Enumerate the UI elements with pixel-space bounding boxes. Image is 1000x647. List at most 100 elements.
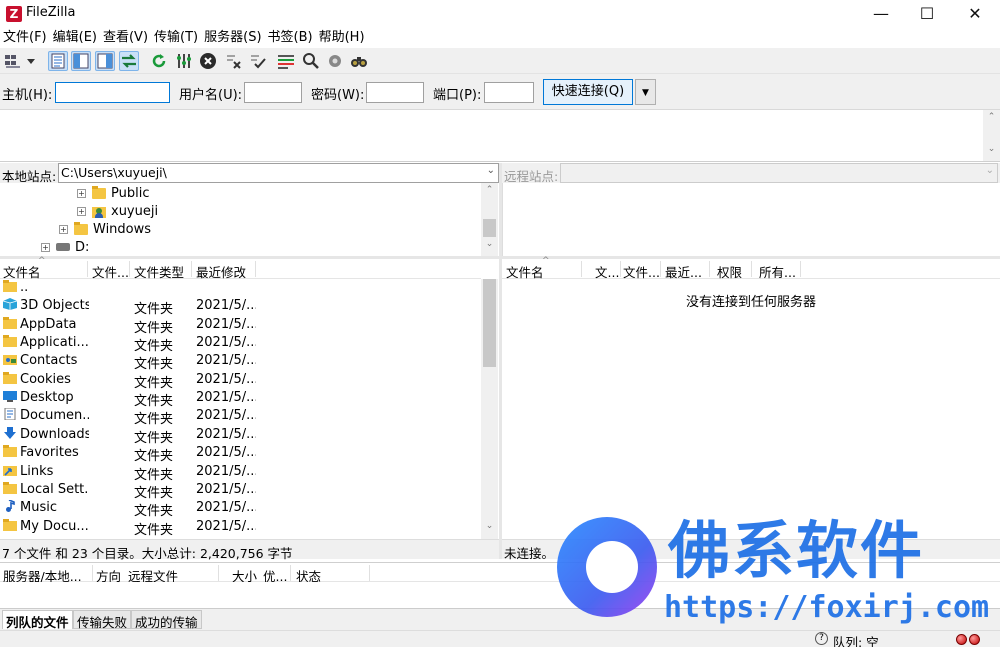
file-modified: 2021/5/...: [196, 500, 256, 516]
search-remote-icon[interactable]: [301, 51, 321, 71]
file-type: 文件夹: [134, 320, 174, 336]
file-row[interactable]: Desktop 文件夹 2021/5/...: [0, 389, 481, 410]
local-file-list-scrollbar[interactable]: ⌄: [481, 279, 498, 539]
music-icon: [3, 500, 20, 515]
scroll-thumb[interactable]: [483, 219, 496, 237]
menu-help[interactable]: 帮助(H): [316, 28, 368, 48]
file-row[interactable]: Contacts 文件夹 2021/5/...: [0, 352, 481, 373]
file-name: ..: [20, 280, 29, 295]
file-type: 文件夹: [134, 357, 174, 373]
expand-icon[interactable]: +: [77, 206, 86, 216]
remote-directory-tree[interactable]: [502, 183, 1000, 256]
file-row[interactable]: Favorites 文件夹 2021/5/...: [0, 444, 481, 464]
scroll-up-icon[interactable]: ⌃: [481, 185, 498, 195]
scroll-thumb[interactable]: [483, 279, 496, 367]
file-row[interactable]: Links 文件夹 2021/5/...: [0, 463, 481, 483]
close-button[interactable]: ✕: [952, 0, 998, 28]
file-name-cell: Applicati...: [3, 335, 89, 350]
tab-queued-files[interactable]: 列队的文件: [2, 610, 73, 630]
scroll-up-icon[interactable]: ⌃: [983, 112, 1000, 122]
file-modified: 2021/5/...: [196, 390, 256, 406]
minimize-button[interactable]: —: [858, 0, 904, 28]
chevron-down-icon[interactable]: ⌄: [986, 165, 994, 176]
process-queue-icon[interactable]: [174, 51, 194, 71]
menu-transfer[interactable]: 传输(T): [151, 28, 201, 48]
file-type: 文件夹: [134, 394, 174, 410]
toggle-message-log-icon[interactable]: [48, 51, 68, 71]
menu-server[interactable]: 服务器(S): [201, 28, 264, 48]
host-input[interactable]: [55, 82, 170, 103]
sort-ascending-icon: ^: [542, 256, 550, 266]
remote-path-combo[interactable]: ⌄: [560, 163, 998, 183]
folder-icon: [3, 481, 20, 497]
file-row[interactable]: ..: [0, 279, 481, 297]
local-path-combo[interactable]: C:\Users\xuyueji\ ⌄: [58, 163, 499, 183]
file-row[interactable]: 3D Objects 文件夹 2021/5/...: [0, 297, 481, 317]
dropdown-arrow-icon[interactable]: [25, 51, 37, 71]
tree-item-windows[interactable]: + Windows: [59, 220, 151, 238]
file-modified: 2021/5/...: [196, 518, 256, 534]
file-name: Local Sett...: [20, 481, 89, 497]
message-log[interactable]: ⌃ ⌄: [0, 110, 1000, 162]
message-log-scrollbar[interactable]: ⌃ ⌄: [983, 110, 1000, 161]
refresh-icon[interactable]: [149, 51, 169, 71]
expand-icon[interactable]: +: [59, 224, 68, 234]
local-file-list[interactable]: .. 3D Objects 文件夹 2021/5/... AppData 文件夹 2021/…: [0, 279, 499, 539]
file-name-cell: ..: [3, 280, 89, 295]
toggle-local-tree-icon[interactable]: [71, 51, 91, 71]
tab-failed-transfers[interactable]: 传输失败: [73, 610, 132, 630]
watermark-logo-icon: [557, 517, 657, 617]
file-name: My Docu...: [20, 518, 89, 534]
drive-icon: [56, 243, 70, 251]
file-row[interactable]: Applicati... 文件夹 2021/5/...: [0, 334, 481, 354]
site-manager-icon[interactable]: [2, 51, 24, 71]
file-modified: 2021/5/...: [196, 463, 256, 479]
file-row[interactable]: Cookies 文件夹 2021/5/...: [0, 371, 481, 391]
menu-edit[interactable]: 编辑(E): [50, 28, 100, 48]
password-input[interactable]: [366, 82, 424, 103]
menu-bookmarks[interactable]: 书签(B): [265, 28, 316, 48]
local-tree-scrollbar[interactable]: ⌃ ⌄: [481, 183, 498, 256]
file-modified: 2021/5/...: [196, 426, 256, 442]
local-site-bar: 本地站点: C:\Users\xuyueji\ ⌄: [0, 163, 499, 184]
scroll-down-icon[interactable]: ⌄: [983, 144, 1000, 154]
filter-icon[interactable]: [276, 51, 296, 71]
file-name-cell: AppData: [3, 316, 89, 332]
compare-icon[interactable]: [325, 51, 345, 71]
tree-item-xuyueji[interactable]: + xuyueji: [77, 202, 158, 220]
file-row[interactable]: AppData 文件夹 2021/5/...: [0, 316, 481, 336]
tab-successful-transfers[interactable]: 成功的传输: [131, 610, 202, 630]
cancel-icon[interactable]: [198, 51, 218, 71]
local-directory-tree[interactable]: + Public + xuyueji + Windows + D: ⌃ ⌄: [0, 183, 499, 256]
disconnect-icon[interactable]: [224, 51, 244, 71]
file-name-cell: Favorites: [3, 445, 89, 460]
file-row[interactable]: Music 文件夹 2021/5/...: [0, 499, 481, 519]
scroll-down-icon[interactable]: ⌄: [481, 521, 498, 531]
maximize-button[interactable]: ☐: [904, 0, 950, 28]
chevron-down-icon: ▼: [642, 88, 649, 98]
scroll-down-icon[interactable]: ⌄: [481, 239, 498, 249]
find-files-icon[interactable]: [349, 51, 369, 71]
quickconnect-button[interactable]: 快速连接(Q): [543, 79, 633, 105]
file-row[interactable]: My Docu... 文件夹 2021/5/...: [0, 518, 481, 538]
file-row[interactable]: Local Sett... 文件夹 2021/5/...: [0, 481, 481, 501]
menu-file[interactable]: 文件(F): [0, 28, 50, 48]
chevron-down-icon[interactable]: ⌄: [487, 165, 495, 176]
quickconnect-dropdown[interactable]: ▼: [635, 79, 656, 105]
menu-view[interactable]: 查看(V): [100, 28, 151, 48]
tree-item-d-drive[interactable]: + D:: [41, 238, 89, 256]
port-input[interactable]: [484, 82, 534, 103]
tree-item-public[interactable]: + Public: [77, 184, 149, 202]
tree-item-label: D:: [75, 239, 90, 255]
reconnect-icon[interactable]: [248, 51, 268, 71]
file-row[interactable]: Documen... 文件夹 2021/5/...: [0, 407, 481, 427]
expand-icon[interactable]: +: [41, 242, 50, 252]
file-name: AppData: [20, 316, 77, 332]
link-icon: [3, 464, 20, 479]
expand-icon[interactable]: +: [77, 188, 86, 198]
toggle-remote-tree-icon[interactable]: [95, 51, 115, 71]
file-row[interactable]: Downloads 文件夹 2021/5/...: [0, 426, 481, 446]
file-type: 文件夹: [134, 430, 174, 446]
toggle-queue-icon[interactable]: [119, 51, 139, 71]
username-input[interactable]: [244, 82, 302, 103]
